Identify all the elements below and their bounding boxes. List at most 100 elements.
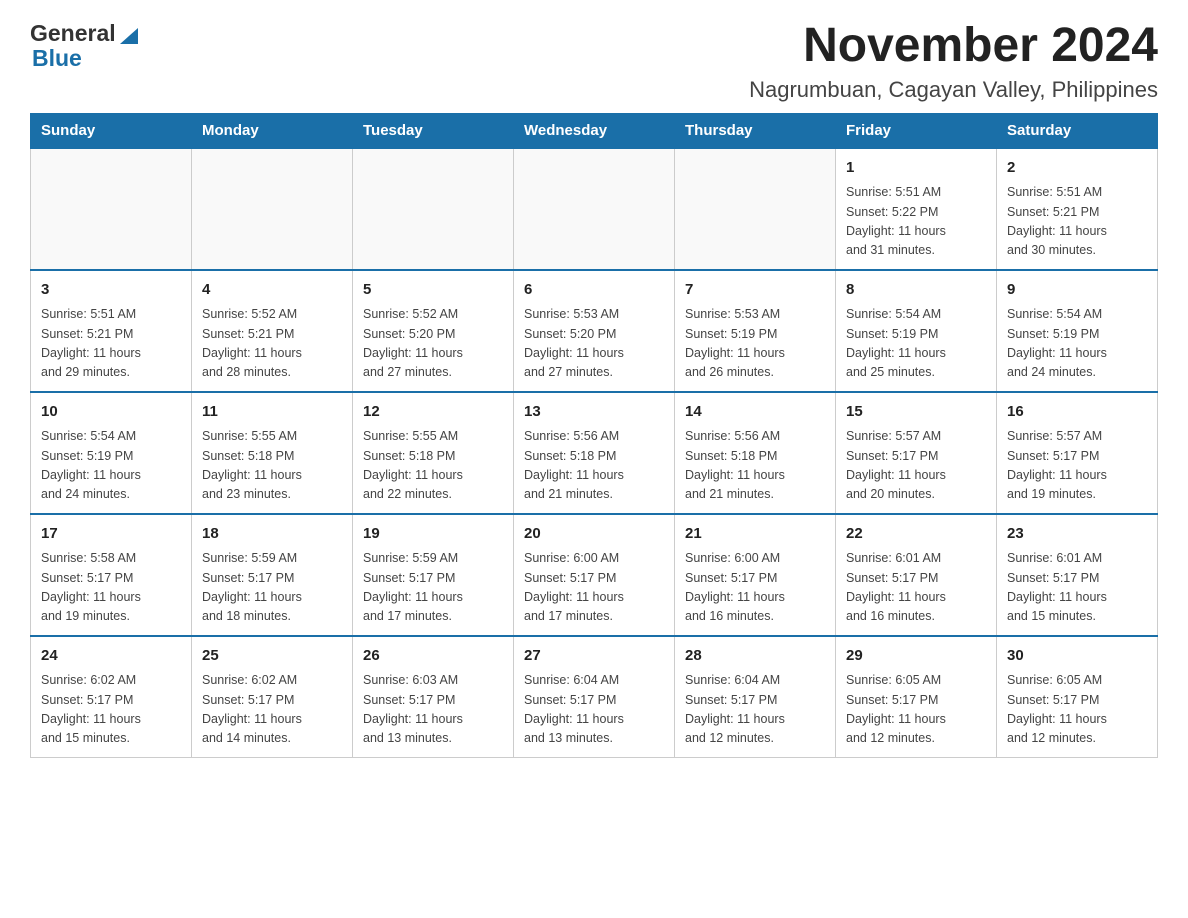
day-info: Sunrise: 5:51 AMSunset: 5:22 PMDaylight:…	[846, 183, 986, 261]
day-info: Sunrise: 5:52 AMSunset: 5:21 PMDaylight:…	[202, 305, 342, 383]
weekday-header-wednesday: Wednesday	[514, 113, 675, 148]
calendar-cell: 28 Sunrise: 6:04 AMSunset: 5:17 PMDayligh…	[675, 636, 836, 758]
calendar-cell: 17 Sunrise: 5:58 AMSunset: 5:17 PMDayligh…	[31, 514, 192, 636]
day-info: Sunrise: 5:59 AMSunset: 5:17 PMDaylight:…	[363, 549, 503, 627]
calendar-cell: 20Sunrise: 6:00 AMSunset: 5:17 PMDayligh…	[514, 514, 675, 636]
day-info: Sunrise: 5:54 AMSunset: 5:19 PMDaylight:…	[41, 427, 181, 505]
calendar-cell: 4 Sunrise: 5:52 AMSunset: 5:21 PMDaylight…	[192, 270, 353, 392]
day-number: 6	[524, 279, 664, 302]
day-number: 4	[202, 279, 342, 302]
calendar-cell	[675, 148, 836, 270]
page-header: General Blue November 2024 Nagrumbuan, C…	[30, 20, 1158, 103]
weekday-header-monday: Monday	[192, 113, 353, 148]
calendar-cell: 8 Sunrise: 5:54 AMSunset: 5:19 PMDaylight…	[836, 270, 997, 392]
day-number: 19	[363, 523, 503, 546]
calendar-cell: 30 Sunrise: 6:05 AMSunset: 5:17 PMDayligh…	[997, 636, 1158, 758]
calendar-cell: 22 Sunrise: 6:01 AMSunset: 5:17 PMDayligh…	[836, 514, 997, 636]
day-info: Sunrise: 6:00 AMSunset: 5:17 PMDaylight:…	[524, 549, 664, 627]
day-number: 26	[363, 645, 503, 668]
day-number: 27	[524, 645, 664, 668]
day-info: Sunrise: 5:58 AMSunset: 5:17 PMDaylight:…	[41, 549, 181, 627]
calendar-cell: 6 Sunrise: 5:53 AMSunset: 5:20 PMDaylight…	[514, 270, 675, 392]
calendar-cell: 10Sunrise: 5:54 AMSunset: 5:19 PMDayligh…	[31, 392, 192, 514]
calendar-cell: 24 Sunrise: 6:02 AMSunset: 5:17 PMDayligh…	[31, 636, 192, 758]
day-number: 2	[1007, 157, 1147, 180]
day-info: Sunrise: 6:05 AMSunset: 5:17 PMDaylight:…	[1007, 671, 1147, 749]
weekday-header-thursday: Thursday	[675, 113, 836, 148]
day-info: Sunrise: 6:05 AMSunset: 5:17 PMDaylight:…	[846, 671, 986, 749]
calendar-week-row: 3Sunrise: 5:51 AMSunset: 5:21 PMDaylight…	[31, 270, 1158, 392]
day-number: 8	[846, 279, 986, 302]
day-info: Sunrise: 6:01 AMSunset: 5:17 PMDaylight:…	[846, 549, 986, 627]
day-info: Sunrise: 5:57 AMSunset: 5:17 PMDaylight:…	[846, 427, 986, 505]
day-info: Sunrise: 5:54 AMSunset: 5:19 PMDaylight:…	[1007, 305, 1147, 383]
day-number: 11	[202, 401, 342, 424]
day-info: Sunrise: 6:03 AMSunset: 5:17 PMDaylight:…	[363, 671, 503, 749]
calendar-cell: 12Sunrise: 5:55 AMSunset: 5:18 PMDayligh…	[353, 392, 514, 514]
logo-triangle-icon	[118, 24, 140, 46]
day-info: Sunrise: 5:53 AMSunset: 5:20 PMDaylight:…	[524, 305, 664, 383]
day-info: Sunrise: 6:01 AMSunset: 5:17 PMDaylight:…	[1007, 549, 1147, 627]
day-number: 15	[846, 401, 986, 424]
calendar-week-row: 17 Sunrise: 5:58 AMSunset: 5:17 PMDayligh…	[31, 514, 1158, 636]
calendar-cell: 29 Sunrise: 6:05 AMSunset: 5:17 PMDayligh…	[836, 636, 997, 758]
weekday-header-row: SundayMondayTuesdayWednesdayThursdayFrid…	[31, 113, 1158, 148]
day-info: Sunrise: 5:57 AMSunset: 5:17 PMDaylight:…	[1007, 427, 1147, 505]
day-number: 28	[685, 645, 825, 668]
weekday-header-sunday: Sunday	[31, 113, 192, 148]
calendar-cell: 19 Sunrise: 5:59 AMSunset: 5:17 PMDayligh…	[353, 514, 514, 636]
calendar-cell: 23 Sunrise: 6:01 AMSunset: 5:17 PMDayligh…	[997, 514, 1158, 636]
calendar-cell: 26 Sunrise: 6:03 AMSunset: 5:17 PMDayligh…	[353, 636, 514, 758]
day-info: Sunrise: 5:54 AMSunset: 5:19 PMDaylight:…	[846, 305, 986, 383]
calendar-cell: 27 Sunrise: 6:04 AMSunset: 5:17 PMDayligh…	[514, 636, 675, 758]
day-info: Sunrise: 6:04 AMSunset: 5:17 PMDaylight:…	[685, 671, 825, 749]
day-number: 1	[846, 157, 986, 180]
calendar-cell: 16 Sunrise: 5:57 AMSunset: 5:17 PMDayligh…	[997, 392, 1158, 514]
month-title: November 2024	[749, 20, 1158, 73]
day-info: Sunrise: 5:53 AMSunset: 5:19 PMDaylight:…	[685, 305, 825, 383]
day-number: 16	[1007, 401, 1147, 424]
day-info: Sunrise: 6:02 AMSunset: 5:17 PMDaylight:…	[41, 671, 181, 749]
day-number: 24	[41, 645, 181, 668]
day-number: 22	[846, 523, 986, 546]
day-number: 23	[1007, 523, 1147, 546]
weekday-header-saturday: Saturday	[997, 113, 1158, 148]
day-number: 30	[1007, 645, 1147, 668]
title-block: November 2024 Nagrumbuan, Cagayan Valley…	[749, 20, 1158, 103]
day-number: 9	[1007, 279, 1147, 302]
day-number: 5	[363, 279, 503, 302]
calendar-cell	[353, 148, 514, 270]
calendar-cell	[192, 148, 353, 270]
day-number: 18	[202, 523, 342, 546]
day-info: Sunrise: 5:52 AMSunset: 5:20 PMDaylight:…	[363, 305, 503, 383]
calendar-cell	[514, 148, 675, 270]
day-info: Sunrise: 5:56 AMSunset: 5:18 PMDaylight:…	[685, 427, 825, 505]
day-info: Sunrise: 5:55 AMSunset: 5:18 PMDaylight:…	[202, 427, 342, 505]
calendar-cell: 2 Sunrise: 5:51 AMSunset: 5:21 PMDaylight…	[997, 148, 1158, 270]
logo-general-text: General	[30, 20, 116, 47]
calendar-cell: 13Sunrise: 5:56 AMSunset: 5:18 PMDayligh…	[514, 392, 675, 514]
calendar-cell: 7Sunrise: 5:53 AMSunset: 5:19 PMDaylight…	[675, 270, 836, 392]
day-number: 29	[846, 645, 986, 668]
day-number: 17	[41, 523, 181, 546]
calendar-cell: 1 Sunrise: 5:51 AMSunset: 5:22 PMDaylight…	[836, 148, 997, 270]
calendar-cell: 11 Sunrise: 5:55 AMSunset: 5:18 PMDayligh…	[192, 392, 353, 514]
day-info: Sunrise: 5:51 AMSunset: 5:21 PMDaylight:…	[1007, 183, 1147, 261]
calendar-table: SundayMondayTuesdayWednesdayThursdayFrid…	[30, 113, 1158, 758]
calendar-cell: 15 Sunrise: 5:57 AMSunset: 5:17 PMDayligh…	[836, 392, 997, 514]
day-number: 25	[202, 645, 342, 668]
calendar-cell	[31, 148, 192, 270]
day-info: Sunrise: 5:55 AMSunset: 5:18 PMDaylight:…	[363, 427, 503, 505]
calendar-week-row: 1 Sunrise: 5:51 AMSunset: 5:22 PMDaylight…	[31, 148, 1158, 270]
calendar-cell: 14Sunrise: 5:56 AMSunset: 5:18 PMDayligh…	[675, 392, 836, 514]
day-number: 13	[524, 401, 664, 424]
calendar-cell: 21Sunrise: 6:00 AMSunset: 5:17 PMDayligh…	[675, 514, 836, 636]
calendar-cell: 3Sunrise: 5:51 AMSunset: 5:21 PMDaylight…	[31, 270, 192, 392]
logo-blue-text: Blue	[32, 45, 82, 72]
calendar-cell: 9 Sunrise: 5:54 AMSunset: 5:19 PMDaylight…	[997, 270, 1158, 392]
day-info: Sunrise: 6:00 AMSunset: 5:17 PMDaylight:…	[685, 549, 825, 627]
day-number: 3	[41, 279, 181, 302]
weekday-header-friday: Friday	[836, 113, 997, 148]
day-info: Sunrise: 5:59 AMSunset: 5:17 PMDaylight:…	[202, 549, 342, 627]
day-info: Sunrise: 6:04 AMSunset: 5:17 PMDaylight:…	[524, 671, 664, 749]
